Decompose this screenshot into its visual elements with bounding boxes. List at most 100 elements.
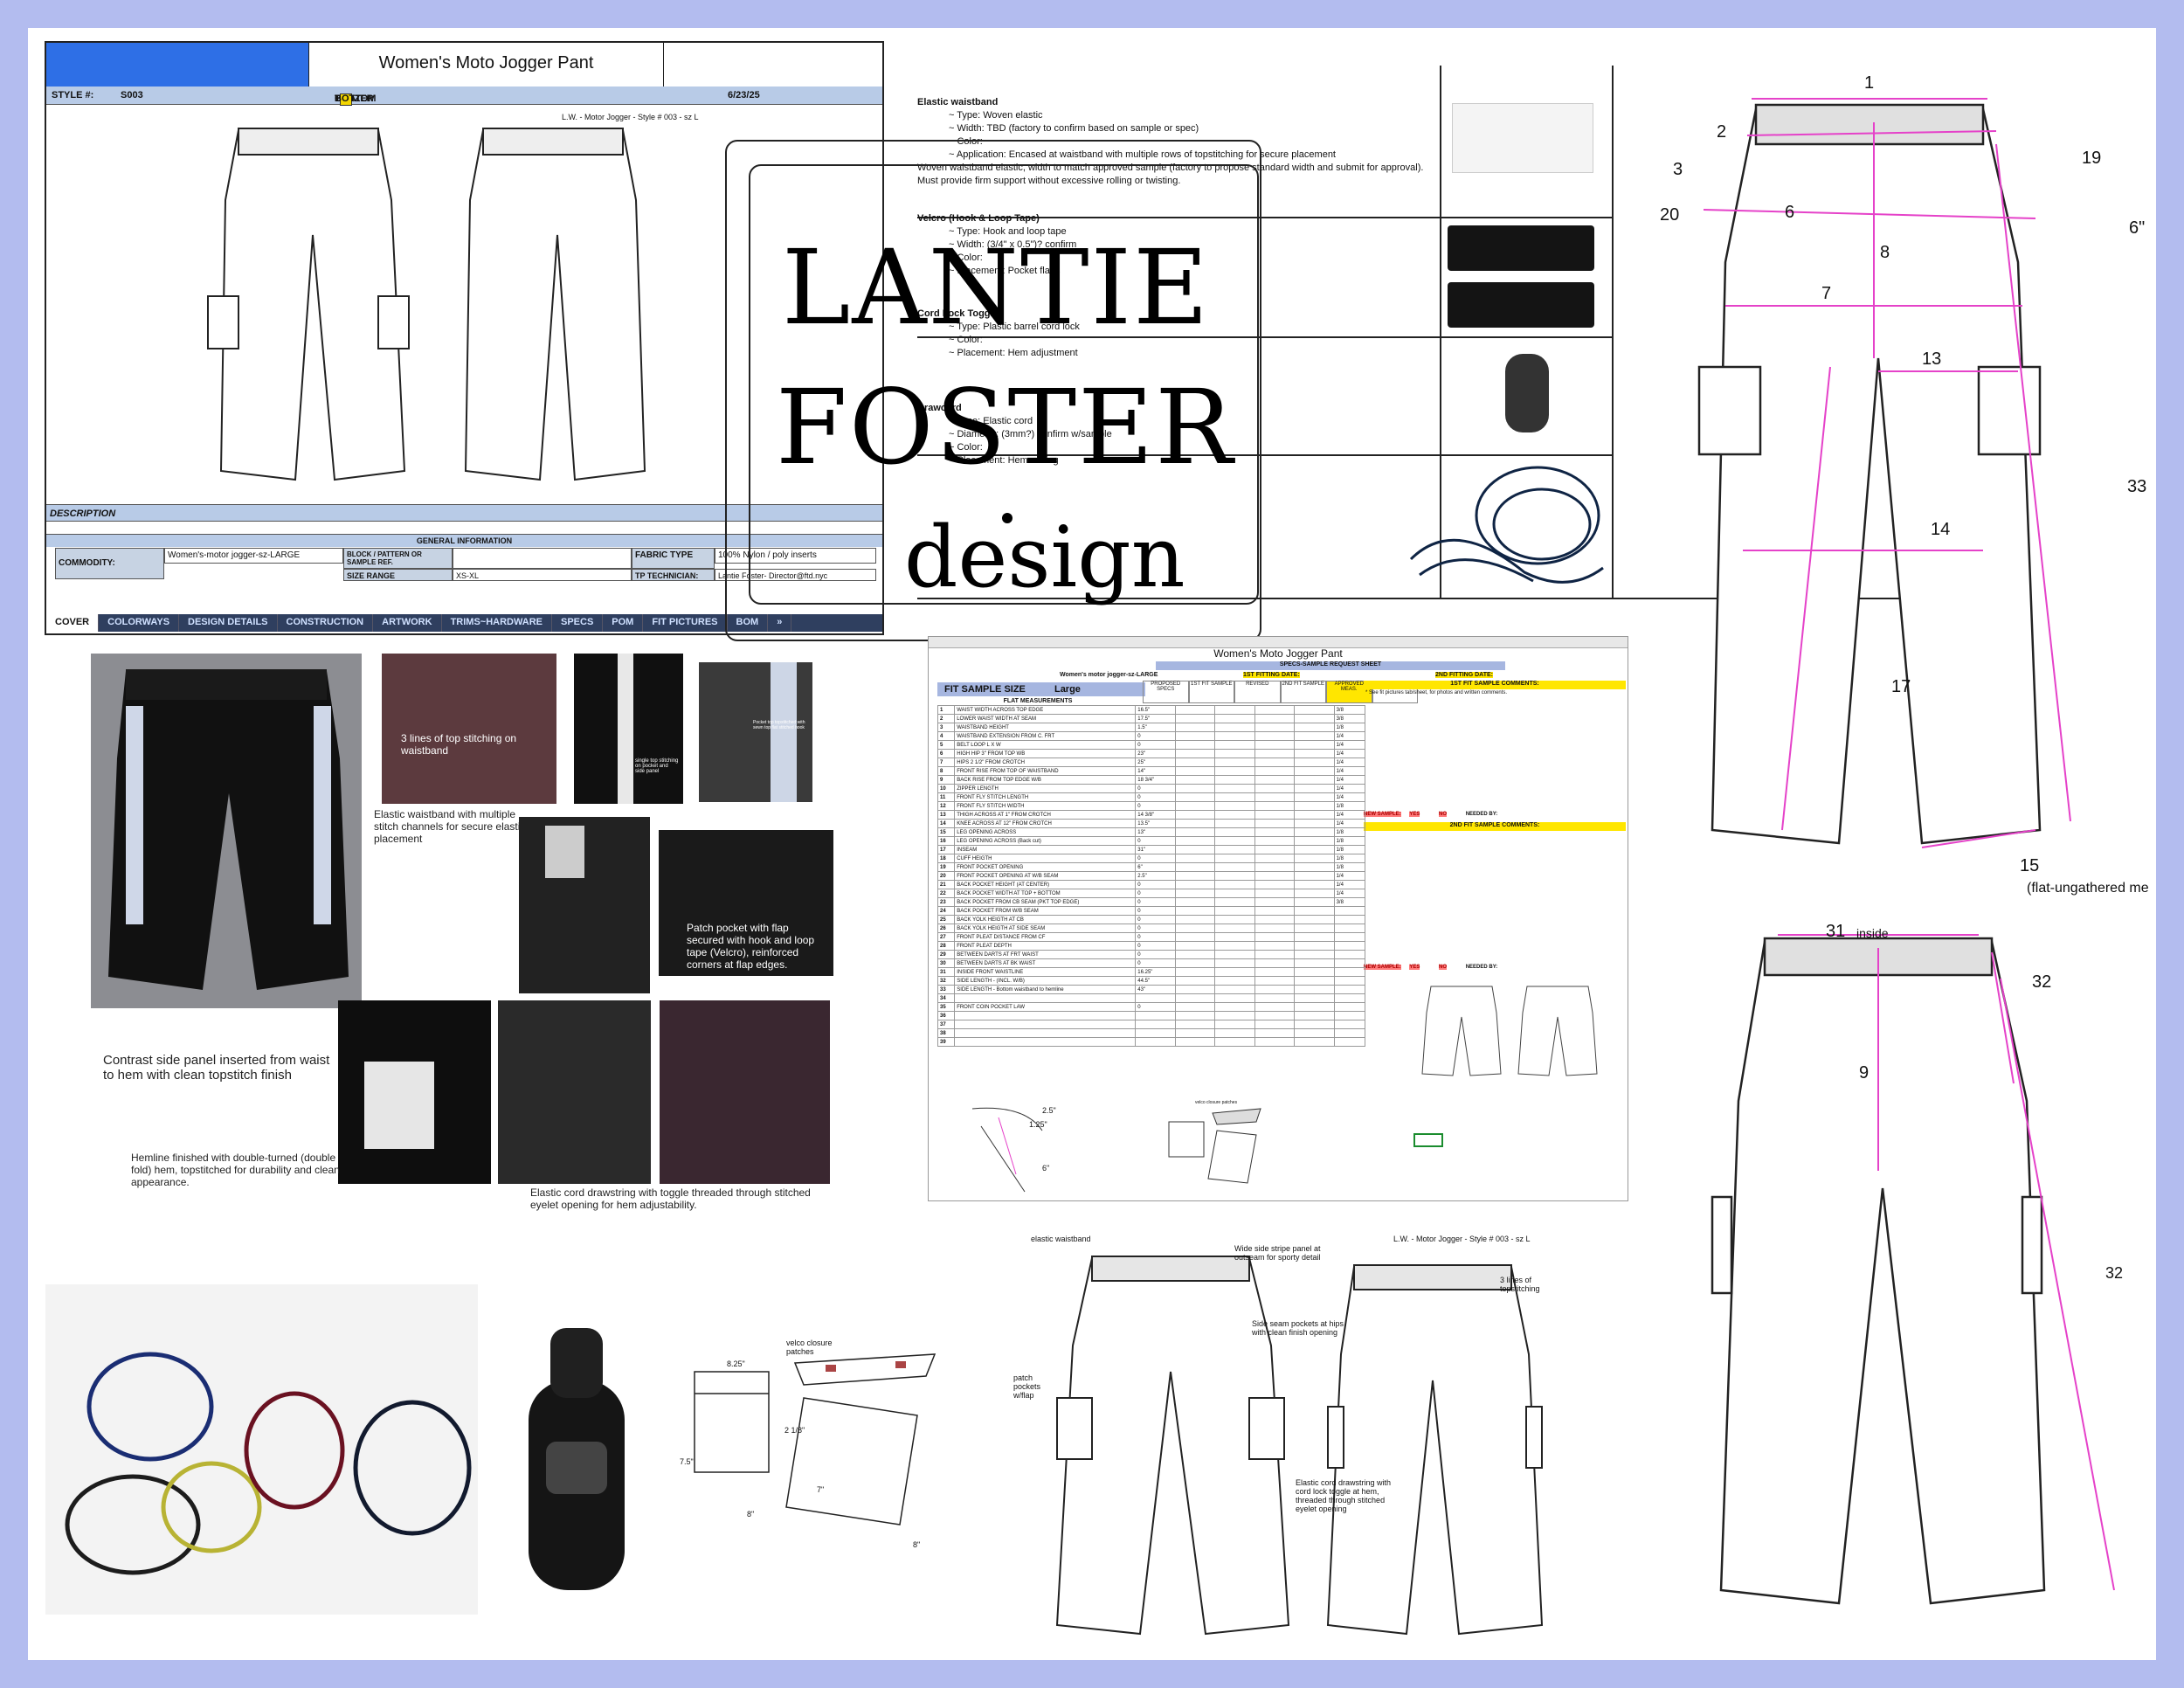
table-cell[interactable] xyxy=(1254,827,1296,837)
table-cell[interactable] xyxy=(1254,705,1296,715)
table-cell[interactable] xyxy=(1294,766,1335,776)
table-cell[interactable] xyxy=(1254,854,1296,863)
table-cell[interactable] xyxy=(1294,740,1335,750)
table-cell[interactable] xyxy=(1254,950,1296,959)
table-cell[interactable]: 44.5" xyxy=(1135,976,1176,986)
tab-construction[interactable]: CONSTRUCTION xyxy=(278,614,374,632)
table-cell[interactable] xyxy=(1214,749,1255,758)
table-cell[interactable] xyxy=(1174,897,1216,907)
table-cell[interactable] xyxy=(1214,889,1255,898)
table-cell[interactable]: 0 xyxy=(1135,958,1176,968)
tab-design-details[interactable]: DESIGN DETAILS xyxy=(179,614,278,632)
table-cell[interactable] xyxy=(1135,1020,1176,1029)
table-cell[interactable]: 0 xyxy=(1135,836,1176,846)
table-cell[interactable] xyxy=(1294,1002,1335,1012)
table-cell[interactable] xyxy=(1174,915,1216,924)
table-cell[interactable]: 17.5" xyxy=(1135,714,1176,723)
table-cell[interactable] xyxy=(1174,801,1216,811)
table-cell[interactable] xyxy=(1174,731,1216,741)
table-cell[interactable]: 0 xyxy=(1135,731,1176,741)
table-cell[interactable] xyxy=(1214,993,1255,1003)
table-cell[interactable] xyxy=(1254,784,1296,793)
table-cell[interactable] xyxy=(1294,985,1335,994)
table-cell[interactable] xyxy=(1174,993,1216,1003)
table-cell[interactable]: 0 xyxy=(1135,1002,1176,1012)
table-cell[interactable]: 0 xyxy=(1135,801,1176,811)
table-cell[interactable] xyxy=(1294,731,1335,741)
table-cell[interactable] xyxy=(1214,1011,1255,1020)
table-cell[interactable]: 0 xyxy=(1135,950,1176,959)
table-cell[interactable] xyxy=(1214,924,1255,933)
table-cell[interactable] xyxy=(1254,1037,1296,1047)
table-cell[interactable]: 0 xyxy=(1135,932,1176,942)
table-cell[interactable] xyxy=(1254,880,1296,889)
table-cell[interactable] xyxy=(1174,1002,1216,1012)
table-cell[interactable] xyxy=(1174,932,1216,942)
table-cell[interactable] xyxy=(1214,1002,1255,1012)
table-cell[interactable] xyxy=(1174,941,1216,951)
table-cell[interactable] xyxy=(1254,801,1296,811)
table-cell[interactable] xyxy=(1294,880,1335,889)
table-cell[interactable] xyxy=(1254,871,1296,881)
table-cell[interactable] xyxy=(1214,792,1255,802)
table-cell[interactable]: 6" xyxy=(1135,862,1176,872)
table-cell[interactable] xyxy=(1254,915,1296,924)
table-cell[interactable]: 23" xyxy=(1135,749,1176,758)
tab-colorways[interactable]: COLORWAYS xyxy=(99,614,180,632)
table-cell[interactable] xyxy=(1254,993,1296,1003)
table-cell[interactable] xyxy=(1174,845,1216,854)
table-cell[interactable] xyxy=(1254,1028,1296,1038)
table-cell[interactable] xyxy=(1214,915,1255,924)
yes-toggle[interactable]: YES xyxy=(1409,812,1420,817)
table-cell[interactable] xyxy=(1214,714,1255,723)
table-cell[interactable] xyxy=(1214,1037,1255,1047)
table-cell[interactable] xyxy=(1294,827,1335,837)
no-toggle[interactable]: NO xyxy=(1439,812,1448,817)
table-cell[interactable] xyxy=(1174,766,1216,776)
table-cell[interactable]: 13.5" xyxy=(1135,819,1176,828)
table-cell[interactable]: 0 xyxy=(1135,740,1176,750)
table-cell[interactable] xyxy=(1254,1011,1296,1020)
table-cell[interactable] xyxy=(1254,810,1296,820)
table-cell[interactable] xyxy=(1254,906,1296,916)
table-cell[interactable] xyxy=(1214,784,1255,793)
table-cell[interactable] xyxy=(1214,932,1255,942)
table-cell[interactable]: 0 xyxy=(1135,915,1176,924)
table-cell[interactable] xyxy=(1174,950,1216,959)
table-cell[interactable] xyxy=(1294,906,1335,916)
table-cell[interactable] xyxy=(1174,889,1216,898)
table-cell[interactable] xyxy=(1214,897,1255,907)
table-cell[interactable] xyxy=(1174,906,1216,916)
table-cell[interactable] xyxy=(1294,705,1335,715)
table-cell[interactable] xyxy=(1174,871,1216,881)
table-cell[interactable] xyxy=(1174,758,1216,767)
table-cell[interactable] xyxy=(1174,723,1216,732)
table-cell[interactable] xyxy=(1294,958,1335,968)
table-cell[interactable] xyxy=(1214,836,1255,846)
table-cell[interactable]: 0 xyxy=(1135,784,1176,793)
table-cell[interactable]: 0 xyxy=(1135,897,1176,907)
table-cell[interactable] xyxy=(1254,758,1296,767)
table-cell[interactable] xyxy=(1294,993,1335,1003)
table-cell[interactable] xyxy=(1214,705,1255,715)
no-toggle-2[interactable]: NO xyxy=(1439,965,1448,970)
table-cell[interactable] xyxy=(1254,775,1296,785)
table-cell[interactable] xyxy=(1294,801,1335,811)
table-cell[interactable] xyxy=(1254,889,1296,898)
table-cell[interactable] xyxy=(1214,958,1255,968)
table-cell[interactable] xyxy=(1135,993,1176,1003)
tab-pom[interactable]: POM xyxy=(603,614,644,632)
table-cell[interactable] xyxy=(1294,836,1335,846)
table-cell[interactable]: 43" xyxy=(1135,985,1176,994)
table-cell[interactable] xyxy=(1174,819,1216,828)
table-cell[interactable] xyxy=(1214,854,1255,863)
table-cell[interactable] xyxy=(1174,792,1216,802)
table-cell[interactable]: 16.5" xyxy=(1135,705,1176,715)
table-cell[interactable] xyxy=(1254,932,1296,942)
table-cell[interactable] xyxy=(1294,845,1335,854)
table-cell[interactable] xyxy=(1135,1011,1176,1020)
table-cell[interactable] xyxy=(1254,1002,1296,1012)
table-cell[interactable] xyxy=(1254,749,1296,758)
table-cell[interactable] xyxy=(1174,714,1216,723)
table-cell[interactable]: 25" xyxy=(1135,758,1176,767)
